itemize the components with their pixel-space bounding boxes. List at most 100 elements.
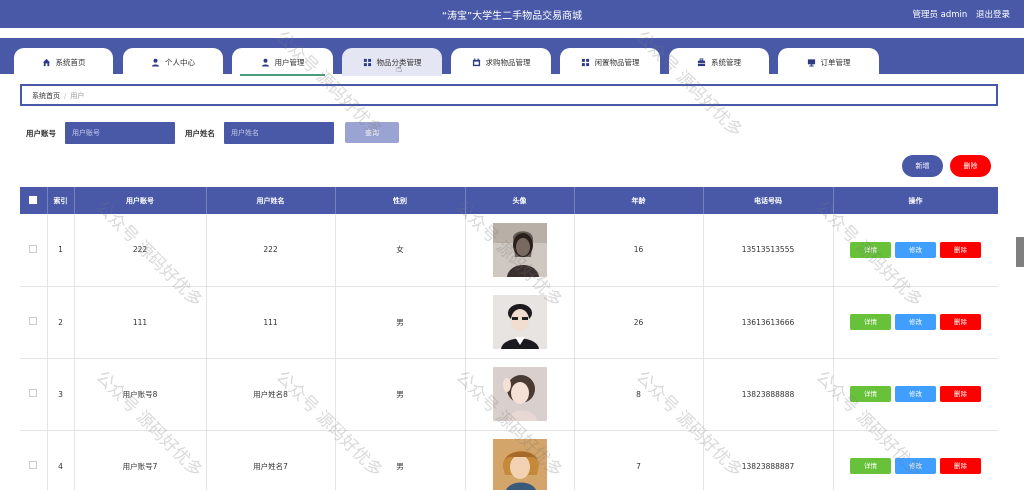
edit-button[interactable]: 修改 <box>895 241 936 258</box>
row-gender: 女 <box>335 214 466 287</box>
tab-personal-center[interactable]: 个人中心 <box>123 48 223 76</box>
row-phone: 13513513555 <box>703 214 834 287</box>
delete-button[interactable]: 删除 <box>940 314 981 330</box>
row-name: 用户姓名8 <box>206 358 336 431</box>
table-row: 4 用户账号7 用户姓名7 男 7 13823888887 详情 修改 删除 <box>20 430 998 490</box>
header-age: 年龄 <box>574 187 704 214</box>
admin-area: 管理员 admin 退出登录 <box>906 8 1010 20</box>
row-account: 用户账号7 <box>74 430 207 490</box>
user-icon <box>151 58 160 67</box>
row-actions: 详情 修改 删除 <box>833 430 998 490</box>
row-checkbox[interactable] <box>29 389 38 397</box>
row-phone: 13823888888 <box>703 358 834 431</box>
row-age: 16 <box>574 214 704 287</box>
row-name: 111 <box>206 286 336 359</box>
tab-label: 个人中心 <box>165 57 195 67</box>
search-button[interactable]: 查询 <box>345 122 399 143</box>
row-name: 用户姓名7 <box>206 430 336 490</box>
name-search-input[interactable] <box>224 122 334 144</box>
user-icon <box>261 58 270 67</box>
tab-label: 系统管理 <box>711 57 741 67</box>
row-index: 4 <box>47 430 75 490</box>
header-name: 用户姓名 <box>206 187 336 214</box>
header-phone: 电话号码 <box>703 187 834 214</box>
name-filter-label: 用户姓名 <box>185 129 215 138</box>
batch-delete-button[interactable]: 删除 <box>950 155 991 177</box>
row-age: 26 <box>574 286 704 359</box>
tab-label: 闲置物品管理 <box>594 57 640 67</box>
grid-icon <box>581 58 590 67</box>
row-account: 111 <box>74 286 207 359</box>
user-table: 索引 用户账号 用户姓名 性别 头像 年龄 电话号码 操作 1 222 222 … <box>20 187 998 490</box>
row-actions: 详情 修改 删除 <box>833 214 998 287</box>
detail-button[interactable]: 详情 <box>850 241 891 258</box>
tab-order-management[interactable]: 订单管理 <box>778 48 879 76</box>
delete-button[interactable]: 删除 <box>940 386 981 402</box>
row-phone: 13823888887 <box>703 430 834 490</box>
header-avatar: 头像 <box>465 187 575 214</box>
account-search-input[interactable] <box>65 122 175 144</box>
row-actions: 详情 修改 删除 <box>833 286 998 359</box>
user-avatar <box>492 367 547 421</box>
logout-link[interactable]: 退出登录 <box>976 10 1010 20</box>
breadcrumb-home[interactable]: 系统首页 <box>32 92 60 100</box>
tab-label: 订单管理 <box>820 57 851 67</box>
breadcrumb-separator: / <box>64 92 67 100</box>
grid-icon <box>363 58 372 67</box>
account-filter-label: 用户账号 <box>26 129 56 138</box>
user-avatar <box>492 295 547 349</box>
edit-button[interactable]: 修改 <box>895 386 936 402</box>
table-row: 2 111 111 男 26 13613613666 详情 修改 删除 <box>20 286 998 359</box>
tab-system-management[interactable]: 系统管理 <box>669 48 769 76</box>
delete-button[interactable]: 删除 <box>940 458 981 474</box>
tab-idle-items[interactable]: 闲置物品管理 <box>560 48 660 76</box>
header-gender: 性别 <box>335 187 466 214</box>
row-name: 222 <box>206 214 336 287</box>
tab-category-management[interactable]: 物品分类管理 ☝ <box>342 48 442 76</box>
tab-wanted-items[interactable]: 求购物品管理 <box>451 48 551 76</box>
monitor-icon <box>807 58 816 67</box>
add-button[interactable]: 新增 <box>902 155 943 177</box>
row-gender: 男 <box>335 286 466 359</box>
row-actions: 详情 修改 删除 <box>833 358 998 431</box>
row-index: 1 <box>47 214 75 287</box>
breadcrumb-current: 用户 <box>70 92 85 100</box>
row-age: 7 <box>574 430 704 490</box>
detail-button[interactable]: 详情 <box>850 314 891 330</box>
user-avatar <box>492 222 547 277</box>
detail-button[interactable]: 详情 <box>850 458 891 474</box>
row-checkbox[interactable] <box>29 244 38 253</box>
detail-button[interactable]: 详情 <box>850 386 891 402</box>
header-actions: 操作 <box>833 187 998 214</box>
admin-label: 管理员 admin <box>912 10 968 20</box>
select-all-checkbox[interactable] <box>29 195 38 204</box>
tab-label: 用户管理 <box>274 57 305 67</box>
edit-button[interactable]: 修改 <box>895 314 936 330</box>
cursor-icon: ☝ <box>396 64 403 75</box>
table-row: 1 222 222 女 16 13513513555 详情 修改 删除 <box>20 214 998 287</box>
tab-home[interactable]: 系统首页 <box>14 48 113 76</box>
tab-user-management[interactable]: 用户管理 <box>232 48 333 76</box>
edit-button[interactable]: 修改 <box>895 458 936 474</box>
page-scrollbar[interactable] <box>1016 237 1024 267</box>
top-header: “涛宝”大学生二手物品交易商城 管理员 admin 退出登录 <box>0 0 1024 28</box>
row-gender: 男 <box>335 358 466 431</box>
table-header-row: 索引 用户账号 用户姓名 性别 头像 年龄 电话号码 操作 <box>20 187 998 214</box>
briefcase-icon <box>697 57 706 67</box>
home-icon <box>42 58 51 67</box>
table-row: 3 用户账号8 用户姓名8 男 8 13823888888 详情 修改 删除 <box>20 358 998 431</box>
row-checkbox[interactable] <box>29 461 38 469</box>
row-phone: 13613613666 <box>703 286 834 359</box>
row-account: 用户账号8 <box>74 358 207 431</box>
app-title: “涛宝”大学生二手物品交易商城 <box>441 11 583 22</box>
user-avatar <box>492 439 547 490</box>
header-select-all[interactable] <box>20 187 48 214</box>
header-index: 索引 <box>47 187 75 214</box>
row-account: 222 <box>74 214 207 287</box>
calendar-icon <box>472 57 481 67</box>
row-checkbox[interactable] <box>29 317 38 325</box>
delete-button[interactable]: 删除 <box>940 241 981 258</box>
breadcrumb: 系统首页 / 用户 <box>20 84 998 106</box>
tab-label: 求购物品管理 <box>485 57 531 67</box>
header-account: 用户账号 <box>74 187 207 214</box>
